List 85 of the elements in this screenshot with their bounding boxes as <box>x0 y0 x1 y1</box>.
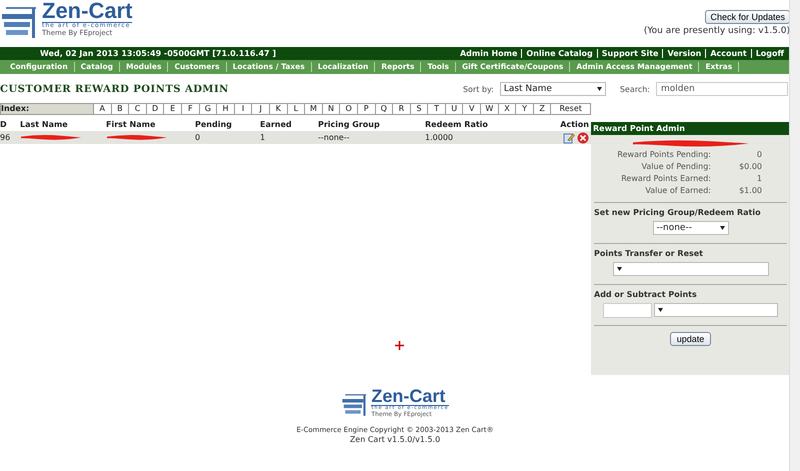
index-letter-link[interactable]: Y <box>515 104 533 114</box>
sort-dropdown[interactable]: Last Name <box>500 82 606 96</box>
table-cell-text: --none-- <box>318 133 351 142</box>
table-row[interactable]: 96 0 1 --none-- 1.0000 <box>0 131 591 144</box>
index-letter-link[interactable]: P <box>356 104 374 114</box>
header-link[interactable]: Account <box>705 49 751 58</box>
column-header: Pending <box>195 120 233 129</box>
column-header: D <box>0 120 8 129</box>
index-letter-link[interactable]: K <box>268 104 287 114</box>
stat-label: Value of Pending: <box>640 162 712 171</box>
index-letter-link[interactable]: A <box>93 104 111 114</box>
update-button[interactable]: update <box>670 332 712 346</box>
dropdown-arrow-icon <box>596 87 602 91</box>
column-header: Redeem Ratio <box>425 120 489 129</box>
dropdown-arrow-icon <box>616 267 622 271</box>
index-letter-link[interactable]: H <box>216 104 234 114</box>
scrollbar[interactable] <box>789 0 800 471</box>
stat-label: Reward Points Earned: <box>620 174 712 183</box>
section-heading: Set new Pricing Group/Redeem Ratio <box>594 208 762 217</box>
index-letter-link[interactable]: U <box>444 104 462 114</box>
section-heading: Add or Subtract Points <box>594 290 698 299</box>
column-header: First Name <box>106 120 156 129</box>
table-cell-text: 1 <box>260 133 266 142</box>
check-updates-button[interactable]: Check for Updates <box>705 10 790 24</box>
section-heading: Points Transfer or Reset <box>594 249 704 258</box>
index-letter-link[interactable]: G <box>198 104 216 114</box>
header-link[interactable]: Version <box>662 49 706 58</box>
header-link[interactable]: Admin Home <box>456 49 522 58</box>
index-letter-link[interactable]: S <box>410 104 428 114</box>
stat-label: Value of Earned: <box>644 186 712 195</box>
logo-wordmark: Zen-Cart <box>371 387 446 405</box>
sort-label: Sort by: <box>462 84 494 94</box>
index-letter-link[interactable]: I <box>234 104 252 114</box>
dropdown-arrow-icon <box>720 226 724 230</box>
header-link[interactable]: Support Site <box>596 49 662 58</box>
index-letter-link[interactable]: C <box>128 104 146 114</box>
table-cell-text: 1.0000 <box>425 133 454 142</box>
index-letter-link[interactable]: L <box>286 104 304 114</box>
index-letter-link[interactable]: N <box>322 104 340 114</box>
index-letter-link[interactable]: M <box>304 104 322 114</box>
index-letter-link[interactable]: V <box>462 104 480 114</box>
index-letter-link[interactable]: B <box>110 104 128 114</box>
version-text: Zen Cart v1.5.0/v1.5.0 <box>350 435 440 444</box>
points-input[interactable] <box>603 303 652 318</box>
search-label: Search: <box>620 84 650 94</box>
header-link[interactable]: Online Catalog <box>521 49 597 58</box>
stat-value: $1.00 <box>738 186 763 195</box>
page-title: CUSTOMER REWARD POINTS ADMIN <box>0 84 229 94</box>
stat-label: Reward Points Pending: <box>616 150 712 159</box>
panel-title: Reward Point Admin <box>591 122 790 135</box>
redaction-mark <box>106 134 168 141</box>
stat-value: 1 <box>756 174 763 183</box>
crosshair-cursor-icon <box>395 341 404 350</box>
table-cell-text: 0 <box>195 133 202 142</box>
delete-icon[interactable] <box>577 132 589 144</box>
edit-icon[interactable] <box>563 132 575 144</box>
column-header: Earned <box>260 120 293 129</box>
index-letter-link[interactable]: E <box>163 104 181 114</box>
index-letter-link[interactable]: T <box>427 104 445 114</box>
dropdown-arrow-icon <box>658 308 663 312</box>
index-letter-link[interactable]: O <box>339 104 357 114</box>
index-letter-link[interactable]: W <box>480 104 498 114</box>
index-letter-link[interactable]: X <box>498 104 516 114</box>
logo-wordmark: Zen-Cart <box>42 0 132 22</box>
stat-value: $0.00 <box>738 162 763 171</box>
index-letter-link[interactable]: D <box>146 104 164 114</box>
column-header: Last Name <box>20 120 69 129</box>
dropdown[interactable]: --none-- <box>652 221 728 235</box>
dropdown[interactable] <box>612 262 768 276</box>
index-letter-link[interactable]: F <box>180 104 199 114</box>
column-header: Pricing Group <box>318 120 381 129</box>
index-letter-link[interactable]: Reset <box>550 104 590 114</box>
table-cell-text: 96 <box>0 133 12 142</box>
dropdown[interactable] <box>654 303 778 317</box>
search-field[interactable]: molden <box>656 82 788 96</box>
column-header: Action <box>559 120 589 129</box>
header-link[interactable]: Logoff <box>750 49 788 58</box>
index-letter-link[interactable]: Q <box>374 104 392 114</box>
stat-value: 0 <box>756 150 763 159</box>
index-letter-link[interactable]: J <box>251 104 269 114</box>
index-letter-link[interactable]: R <box>392 104 410 114</box>
version-note: (You are presently using: v1.5.0) <box>644 26 790 36</box>
redaction-mark <box>20 134 82 141</box>
index-letter-link[interactable]: Z <box>532 104 550 114</box>
server-datetime: Wed, 02 Jan 2013 13:05:49 -0500GMT [71.0.116.47 ] <box>40 49 276 58</box>
